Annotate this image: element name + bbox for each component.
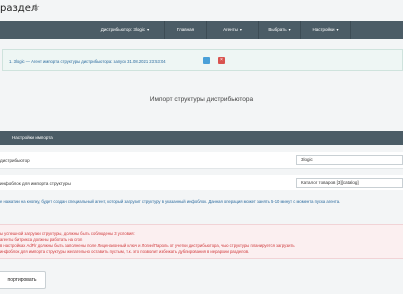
- warning-line: в настройках AdFlr должны быть заполнены…: [0, 243, 295, 248]
- distributor-row: дистрибьютор 3logic: [0, 152, 403, 169]
- top-menu-bar: Дистрибьютор: 3logic ▾ Главная Агенты ▾ Вы…: [0, 21, 403, 39]
- infoblock-label: инфоблок для импорта структуры: [0, 181, 71, 186]
- info-text: е нажатии на кнопку, будет создан специа…: [0, 199, 341, 204]
- import-button[interactable]: портировать: [0, 271, 46, 289]
- distributor-select[interactable]: 3logic: [296, 155, 403, 165]
- view-agent-button[interactable]: [203, 57, 210, 64]
- section-title: Настройки импорта: [12, 135, 53, 140]
- menu-item-distributor[interactable]: Дистрибьютор: 3logic ▾: [86, 21, 165, 39]
- settings-section-header: Настройки импорта: [0, 131, 403, 145]
- favorite-star-icon[interactable]: ☆: [32, 2, 40, 13]
- delete-agent-button[interactable]: ×: [218, 57, 225, 64]
- panel-title: Импорт структуры дистрибьютора: [149, 96, 254, 103]
- menu-item-agents[interactable]: Агенты ▾: [207, 21, 259, 39]
- agent-notice-text: 1. 3logic — Агент импорта структуры дист…: [9, 59, 166, 64]
- menu-item-settings[interactable]: Настройки ▾: [301, 21, 351, 39]
- menu-item-label: Главная: [176, 27, 195, 32]
- menu-item-label: Агенты: [223, 27, 238, 32]
- import-panel: Импорт структуры дистрибьютора: [0, 82, 403, 132]
- info-block: е нажатии на кнопку, будет создан специа…: [0, 190, 403, 222]
- menu-item-choose[interactable]: Выбрать ▾: [259, 21, 301, 39]
- chevron-down-icon: ▾: [336, 27, 339, 32]
- page-header: раздел ☆: [0, 0, 403, 20]
- menu-item-home[interactable]: Главная: [165, 21, 207, 39]
- warning-line: ы успешной загрузки структуры, должны бы…: [0, 231, 135, 236]
- warning-line: инфоблок для импорта структуры желательн…: [0, 249, 250, 254]
- chevron-down-icon: ▾: [147, 27, 150, 32]
- menu-item-label: Дистрибьютор: 3logic: [100, 27, 146, 32]
- infoblock-select[interactable]: Каталог товаров [3][catalog]: [296, 178, 403, 188]
- warning-line: агенты битрикса должны работать на cron: [0, 237, 83, 242]
- agent-notice: 1. 3logic — Агент импорта структуры дист…: [2, 49, 403, 71]
- distributor-label: дистрибьютор: [0, 158, 30, 163]
- menu-item-label: Выбрать: [268, 27, 287, 32]
- chevron-down-icon: ▾: [239, 27, 242, 32]
- menu-item-label: Настройки: [312, 27, 335, 32]
- chevron-down-icon: ▾: [288, 27, 291, 32]
- warning-block: ы успешной загрузки структуры, должны бы…: [0, 224, 403, 259]
